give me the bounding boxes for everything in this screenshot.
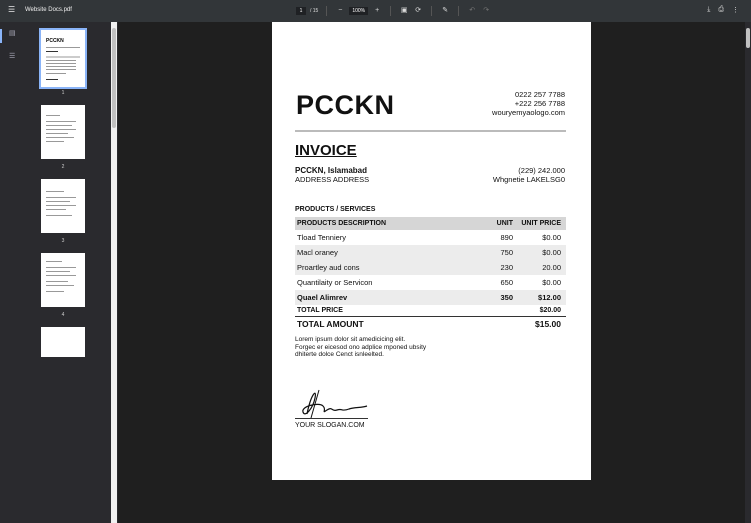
signature bbox=[302, 389, 368, 419]
undo-icon[interactable]: ↶ bbox=[467, 6, 477, 16]
notes: Lorem ipsum dolor sit amedicicing elit. … bbox=[295, 336, 495, 359]
right-tools: ⤓ ⎙ ⋮ bbox=[707, 6, 739, 14]
more-vertical-icon[interactable]: ⋮ bbox=[732, 6, 739, 14]
redo-icon[interactable]: ↷ bbox=[481, 6, 491, 16]
total-amount-row: TOTAL AMOUNT $15.00 bbox=[295, 317, 566, 330]
invoice-title: INVOICE bbox=[295, 142, 357, 159]
page-thumbnail[interactable] bbox=[41, 253, 85, 307]
table-row: Quael Alimrev 350 $12.00 bbox=[295, 290, 566, 305]
invoice-meta-2: Whgnetie LAKELSG0 bbox=[492, 175, 565, 184]
page-thumbnail[interactable] bbox=[41, 179, 85, 233]
pen-icon[interactable]: ✎ bbox=[440, 6, 450, 16]
toolbar: ☰ Website Docs.pdf 1 / 15 − 100% + ▣ ⟳ ✎… bbox=[0, 0, 751, 22]
divider bbox=[295, 130, 566, 132]
website: wouryemyaologo.com bbox=[492, 108, 565, 117]
slogan: YOUR SLOGAN.COM bbox=[295, 422, 365, 429]
active-indicator bbox=[0, 29, 2, 43]
table-row: Proartley aud cons 230 20.00 bbox=[295, 260, 566, 275]
phone-2: +222 256 7788 bbox=[514, 99, 565, 108]
total-price-value: $20.00 bbox=[539, 307, 561, 314]
table-row: Quantilaity or Servicon 650 $0.00 bbox=[295, 275, 566, 290]
cell-unit: 890 bbox=[500, 233, 513, 242]
total-pages-label: / 15 bbox=[310, 8, 319, 14]
current-page-input[interactable]: 1 bbox=[296, 7, 306, 15]
toolbar-divider bbox=[431, 6, 433, 16]
column-header: UNIT PRICE bbox=[521, 220, 561, 227]
company-logo-text: PCCKN bbox=[296, 90, 395, 120]
cell-unit: 230 bbox=[500, 263, 513, 272]
invoice-table: PRODUCTS DESCRIPTION UNIT UNIT PRICE Tlo… bbox=[295, 217, 566, 330]
print-icon[interactable]: ⎙ bbox=[718, 6, 724, 14]
pdf-page: PCCKN 0222 257 7788 +222 256 7788 wourye… bbox=[272, 22, 591, 480]
cell-price: $0.00 bbox=[542, 278, 561, 287]
cell-price: $0.00 bbox=[542, 233, 561, 242]
note-line: Lorem ipsum dolor sit amedicicing elit. bbox=[295, 336, 406, 343]
page-navigator: 1 / 15 − 100% + ▣ ⟳ ✎ ↶ ↷ bbox=[296, 6, 491, 16]
page-thumbnail[interactable] bbox=[41, 105, 85, 159]
customer-name: PCCKN, Islamabad bbox=[295, 166, 368, 175]
document-title: Website Docs.pdf bbox=[25, 7, 72, 13]
phone-1: 0222 257 7788 bbox=[514, 90, 565, 99]
total-price-row: TOTAL PRICE $20.00 bbox=[295, 305, 566, 317]
zoom-input[interactable]: 100% bbox=[349, 7, 369, 15]
total-amount-label: TOTAL AMOUNT bbox=[297, 318, 364, 329]
cell-price: $12.00 bbox=[538, 293, 561, 302]
cell-description: Quael Alimrev bbox=[297, 293, 348, 302]
cell-description: Quantilaity or Servicon bbox=[297, 278, 373, 287]
scrollbar-thumb[interactable] bbox=[112, 28, 116, 128]
cell-price: $0.00 bbox=[542, 248, 561, 257]
sidebar-rail: ▤ ☰ bbox=[0, 22, 24, 523]
table-header: PRODUCTS DESCRIPTION UNIT UNIT PRICE bbox=[295, 217, 566, 230]
minus-icon[interactable]: − bbox=[335, 6, 345, 16]
thumbnail-label: 1 bbox=[61, 90, 65, 96]
section-heading: PRODUCTS / SERVICES bbox=[295, 206, 376, 213]
note-line: dhiterte dolce Cenct isnleelted. bbox=[295, 351, 384, 358]
signature-line bbox=[295, 418, 368, 419]
total-amount-value: $15.00 bbox=[535, 318, 561, 329]
cell-unit: 350 bbox=[500, 293, 513, 302]
page-thumbnail[interactable]: PCCKN bbox=[39, 28, 87, 89]
outline-icon[interactable]: ☰ bbox=[9, 53, 17, 61]
cell-unit: 750 bbox=[500, 248, 513, 257]
column-header: PRODUCTS DESCRIPTION bbox=[297, 220, 387, 227]
note-line: Forgec er eicesod ono adplice mponed ubs… bbox=[295, 343, 427, 351]
cell-description: Proartley aud cons bbox=[297, 263, 360, 272]
cell-unit: 650 bbox=[500, 278, 513, 287]
column-header: UNIT bbox=[496, 220, 513, 227]
page-thumbnail[interactable] bbox=[41, 327, 85, 357]
cell-description: Tload Tenniery bbox=[297, 233, 347, 242]
total-price-label: TOTAL PRICE bbox=[297, 307, 343, 314]
table-row: Tload Tenniery 890 $0.00 bbox=[295, 230, 566, 245]
thumbnail-scrollbar[interactable] bbox=[111, 22, 117, 523]
rotate-icon[interactable]: ⟳ bbox=[413, 6, 423, 16]
download-icon[interactable]: ⤓ bbox=[707, 6, 710, 14]
cell-description: Macl oraney bbox=[297, 248, 338, 257]
cell-price: 20.00 bbox=[542, 263, 561, 272]
thumbnail-brand: PCCKN bbox=[46, 38, 64, 44]
contact-block: 0222 257 7788 +222 256 7788 wouryemyaolo… bbox=[492, 90, 565, 117]
thumbnail-label: 4 bbox=[61, 312, 65, 318]
fit-page-icon[interactable]: ▣ bbox=[399, 6, 409, 16]
toolbar-divider bbox=[390, 6, 392, 16]
thumbnail-panel: PCCKN 1 2 3 4 bbox=[24, 22, 110, 523]
table-row: Macl oraney 750 $0.00 bbox=[295, 245, 566, 260]
plus-icon[interactable]: + bbox=[372, 6, 382, 16]
invoice-meta-1: (229) 242.000 bbox=[518, 166, 565, 175]
thumbnail-label: 2 bbox=[61, 164, 65, 170]
thumbnails-icon[interactable]: ▤ bbox=[9, 30, 17, 38]
hamburger-icon[interactable]: ☰ bbox=[8, 5, 18, 15]
toolbar-divider bbox=[458, 6, 460, 16]
thumbnail-label: 3 bbox=[61, 238, 65, 244]
scrollbar-thumb[interactable] bbox=[746, 28, 750, 48]
customer-address: ADDRESS ADDRESS bbox=[295, 175, 370, 184]
toolbar-divider bbox=[326, 6, 328, 16]
main-scrollbar[interactable] bbox=[745, 22, 751, 523]
